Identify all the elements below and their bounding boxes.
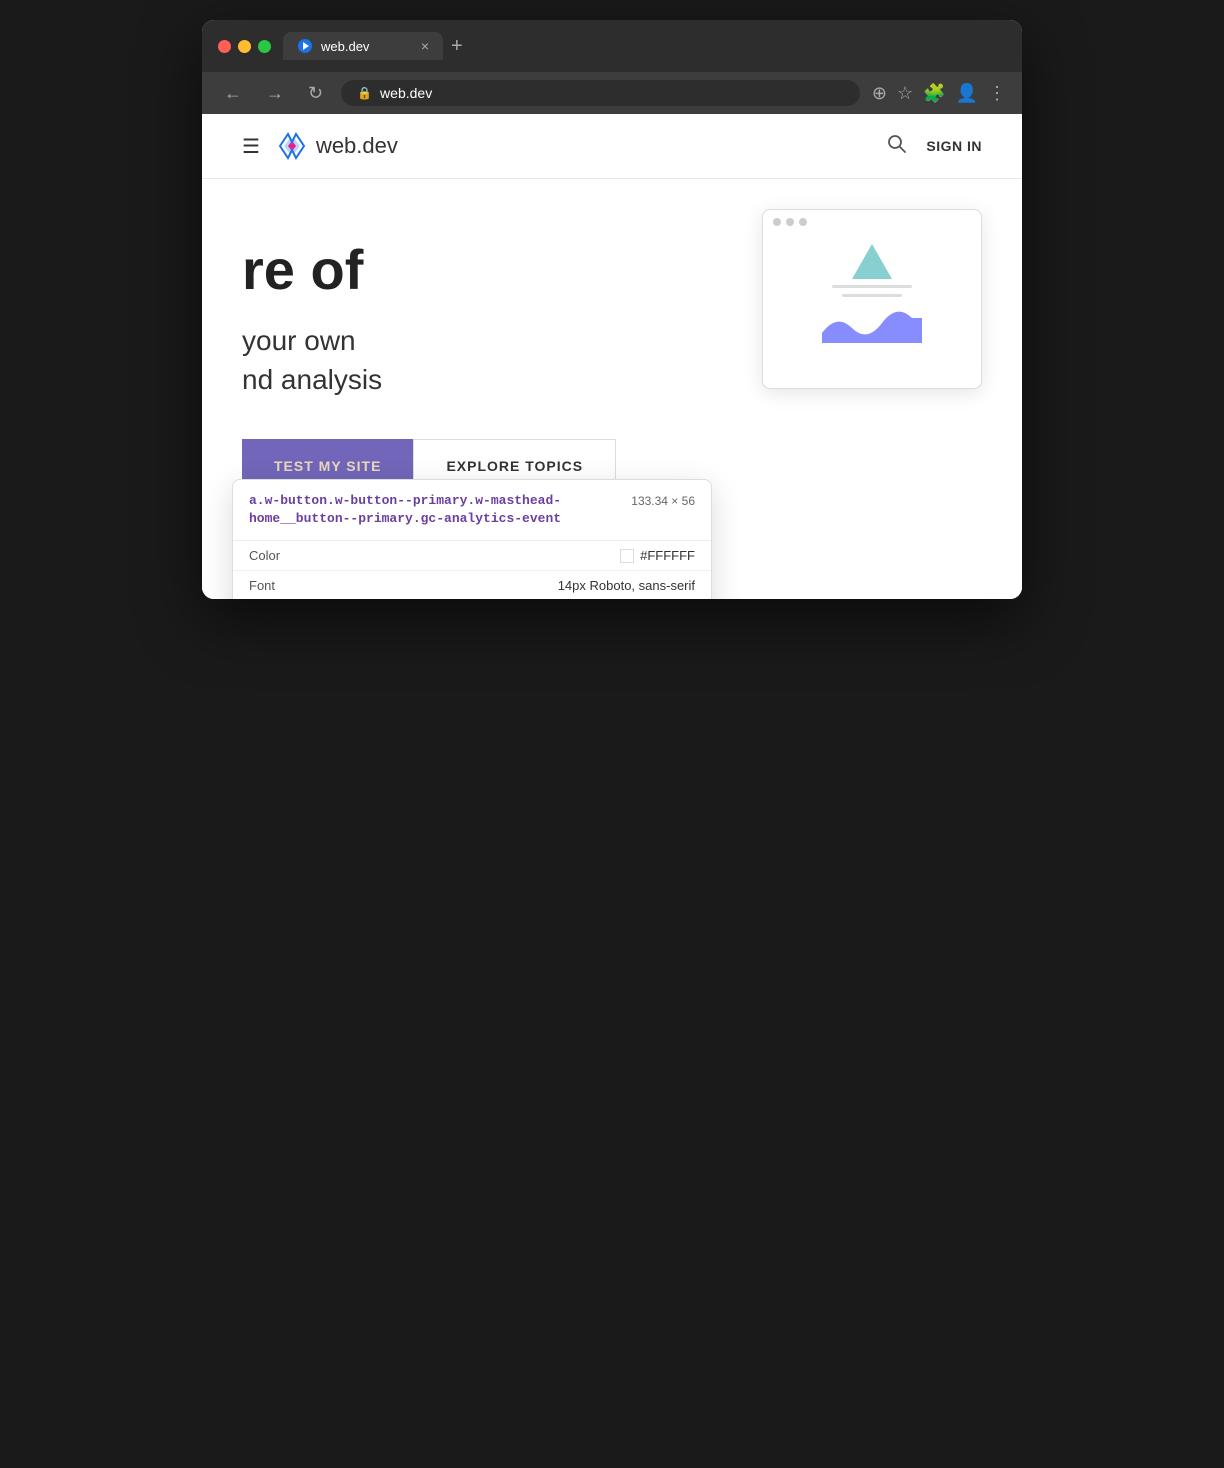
- close-button[interactable]: [218, 40, 231, 53]
- header-right: SIGN IN: [886, 133, 982, 159]
- forward-button[interactable]: →: [260, 81, 290, 106]
- inspector-body: Color #FFFFFF Font 14px Roboto, sans-ser…: [233, 541, 711, 599]
- mockup-dots: [763, 210, 981, 234]
- url-input[interactable]: 🔒 web.dev: [341, 80, 860, 106]
- new-tab-button[interactable]: +: [451, 35, 463, 58]
- tab-close-button[interactable]: ×: [421, 38, 429, 54]
- color-label: Color: [249, 548, 280, 563]
- search-button[interactable]: [886, 133, 906, 159]
- hero-area: re of your own nd analysis TEST MY SITE …: [202, 179, 1022, 599]
- reload-button[interactable]: ↻: [302, 81, 329, 106]
- browser-tab[interactable]: web.dev ×: [283, 32, 443, 60]
- tab-favicon-icon: [297, 38, 313, 54]
- hero-heading: re of: [242, 239, 982, 301]
- site-logo[interactable]: web.dev: [276, 130, 398, 162]
- maximize-button[interactable]: [258, 40, 271, 53]
- inspector-color-row: Color #FFFFFF: [233, 541, 711, 571]
- inspector-header: a.w-button.w-button--primary.w-masthead-…: [233, 480, 711, 541]
- title-bar: web.dev × +: [202, 20, 1022, 72]
- zoom-button[interactable]: ⊕: [872, 83, 887, 104]
- font-value: 14px Roboto, sans-serif: [558, 578, 695, 593]
- inspector-font-row: Font 14px Roboto, sans-serif: [233, 571, 711, 599]
- browser-window: web.dev × + ← → ↻ 🔒 web.dev ⊕ ☆ 🧩 👤 ⋮ ☰: [202, 20, 1022, 599]
- profile-button[interactable]: 👤: [956, 83, 978, 104]
- traffic-lights: [218, 40, 271, 53]
- sign-in-button[interactable]: SIGN IN: [926, 138, 982, 154]
- minimize-button[interactable]: [238, 40, 251, 53]
- url-text: web.dev: [380, 85, 432, 101]
- back-button[interactable]: ←: [218, 81, 248, 106]
- inspector-dimensions: 133.34 × 56: [631, 492, 695, 508]
- bookmark-button[interactable]: ☆: [897, 83, 913, 104]
- color-value: #FFFFFF: [620, 548, 695, 563]
- address-bar: ← → ↻ 🔒 web.dev ⊕ ☆ 🧩 👤 ⋮: [202, 72, 1022, 114]
- site-name: web.dev: [316, 133, 398, 159]
- site-header: ☰ web.dev SIGN IN: [202, 114, 1022, 179]
- webdev-logo-icon: [276, 130, 308, 162]
- header-left: ☰ web.dev: [242, 130, 398, 162]
- inspector-popup: a.w-button.w-button--primary.w-masthead-…: [232, 479, 712, 599]
- color-swatch-white: [620, 549, 634, 563]
- inspector-selector: a.w-button.w-button--primary.w-masthead-…: [249, 492, 589, 528]
- lock-icon: 🔒: [357, 86, 372, 100]
- hero-subheading: your own nd analysis: [242, 321, 982, 399]
- font-label: Font: [249, 578, 275, 593]
- tab-bar: web.dev × +: [283, 32, 1006, 60]
- tab-title: web.dev: [321, 39, 369, 54]
- hamburger-menu-button[interactable]: ☰: [242, 134, 260, 159]
- menu-button[interactable]: ⋮: [988, 83, 1006, 104]
- page-content: ☰ web.dev SIGN IN: [202, 114, 1022, 599]
- extensions-button[interactable]: 🧩: [923, 83, 945, 104]
- browser-actions: ⊕ ☆ 🧩 👤 ⋮: [872, 83, 1006, 104]
